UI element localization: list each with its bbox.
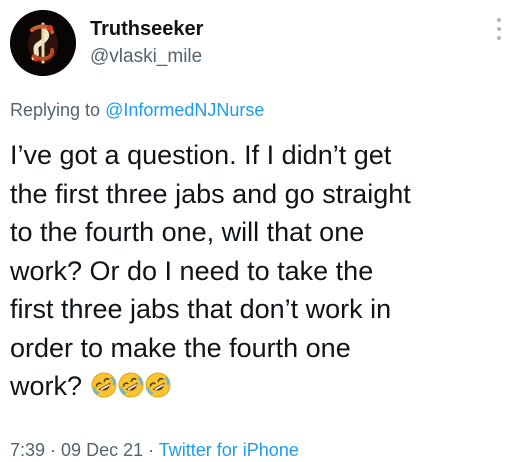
tweet-text-line: order to make the fourth one	[10, 332, 351, 363]
more-options-icon[interactable]	[492, 18, 506, 48]
tweet-text-line: work? Or do I need to take the	[10, 255, 374, 286]
tweet-card: Truthseeker @vlaski_mile Replying to @In…	[0, 0, 516, 462]
rolling-on-floor-laughing-icon	[91, 372, 117, 398]
user-handle[interactable]: @vlaski_mile	[90, 44, 203, 70]
tweet-date[interactable]: 09 Dec 21	[61, 440, 143, 460]
tweet-text-line: first three jabs that don’t work in	[10, 294, 392, 324]
rolling-on-floor-laughing-icon	[145, 372, 171, 398]
tweet-text-last-line: work?	[10, 367, 510, 406]
display-name[interactable]: Truthseeker	[90, 16, 203, 42]
rolling-on-floor-laughing-icon	[118, 372, 144, 398]
tweet-text-line: the first three jabs and go straight	[10, 178, 411, 209]
reply-mention-link[interactable]: @InformedNJNurse	[105, 100, 264, 120]
replying-to: Replying to @InformedNJNurse	[10, 98, 264, 122]
user-info[interactable]: Truthseeker @vlaski_mile	[90, 16, 203, 70]
tweet-text-line: I’ve got a question. If I didn’t get	[10, 140, 392, 170]
avatar[interactable]	[10, 10, 76, 76]
tweet-text: I’ve got a question. If I didn’t get the…	[10, 136, 510, 406]
meta-separator: ·	[143, 440, 159, 460]
tweet-metadata: 7:39 · 09 Dec 21 · Twitter for iPhone	[10, 438, 299, 462]
tweet-text-line: to the fourth one, will that one	[10, 217, 365, 247]
dollar-sign-avatar-icon	[10, 10, 76, 76]
replying-to-label: Replying to	[10, 100, 106, 120]
meta-separator: ·	[45, 440, 62, 460]
tweet-text-line-end: work?	[10, 371, 83, 401]
tweet-time[interactable]: 7:39	[10, 440, 45, 460]
tweet-header: Truthseeker @vlaski_mile	[10, 10, 506, 76]
tweet-source-link[interactable]: Twitter for iPhone	[159, 440, 299, 460]
